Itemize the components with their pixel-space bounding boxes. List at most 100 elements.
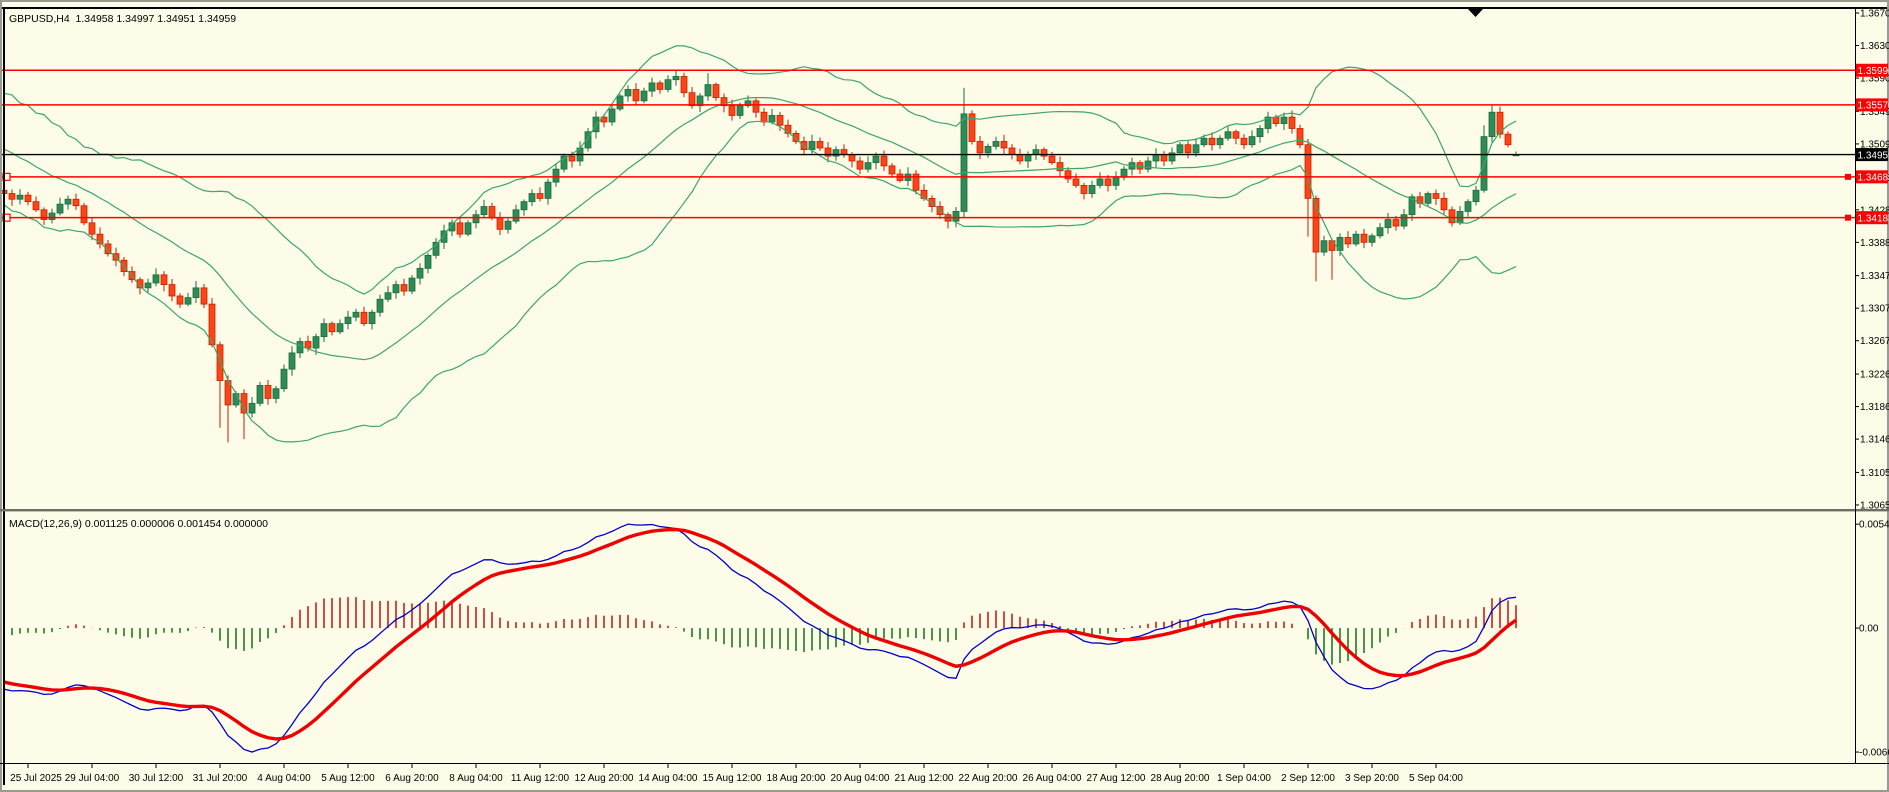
candle-body — [369, 312, 375, 323]
chart-background — [0, 0, 1889, 792]
candle-body — [1033, 150, 1039, 155]
candle-body — [689, 93, 695, 106]
candle-body — [1425, 194, 1431, 204]
level-right-handle[interactable] — [1845, 174, 1851, 180]
candle-body — [265, 385, 271, 398]
chart-title: GBPUSD,H4 1.34958 1.34997 1.34951 1.3495… — [9, 13, 236, 25]
price-tag-label: 1.34183 — [1858, 213, 1889, 224]
candle-body — [81, 206, 87, 223]
candle-body — [609, 109, 615, 122]
level-right-handle[interactable] — [1845, 215, 1851, 221]
candle-body — [401, 285, 407, 292]
candle-body — [977, 141, 983, 152]
pane-separator[interactable] — [0, 509, 1889, 511]
candle-body — [345, 317, 351, 324]
time-tick-label: 29 Jul 04:00 — [65, 773, 120, 784]
candle-body — [249, 403, 255, 413]
macd-tick-label: 0.00 — [1859, 624, 1879, 635]
candle-body — [665, 80, 671, 90]
candle-body — [497, 218, 503, 229]
candle-body — [233, 394, 239, 405]
candle-body — [705, 85, 711, 96]
price-tick-label: 1.30650 — [1860, 500, 1889, 511]
candle-body — [641, 91, 647, 101]
candle-body — [729, 106, 735, 116]
candle-body — [1369, 236, 1375, 243]
candle-body — [1113, 177, 1119, 185]
candle-body — [1305, 145, 1311, 199]
candle-body — [57, 204, 63, 213]
candle-body — [889, 166, 895, 174]
candle-body — [625, 89, 631, 96]
candle-body — [809, 141, 815, 149]
candle-body — [153, 275, 159, 283]
candle-body — [1345, 237, 1351, 244]
candle-body — [385, 293, 391, 300]
candle-body — [777, 115, 783, 125]
candle-body — [953, 211, 959, 221]
candle-body — [337, 324, 343, 332]
candle-body — [1473, 190, 1479, 201]
candle-body — [25, 195, 31, 202]
time-tick-label: 25 Jul 2025 — [10, 773, 62, 784]
time-tick-label: 4 Aug 04:00 — [257, 773, 311, 784]
candle-body — [1177, 145, 1183, 153]
time-tick-label: 5 Aug 12:00 — [321, 773, 375, 784]
candle-body — [761, 112, 767, 122]
candle-body — [1361, 234, 1367, 242]
price-tick-label: 1.33880 — [1860, 238, 1889, 249]
candle-body — [753, 101, 759, 112]
candle-body — [289, 353, 295, 369]
candle-body — [1433, 194, 1439, 199]
candle-body — [545, 182, 551, 198]
candle-body — [217, 345, 223, 381]
candle-body — [1001, 141, 1007, 148]
price-tick-label: 1.31460 — [1860, 435, 1889, 446]
candle-body — [1441, 198, 1447, 209]
candle-body — [73, 199, 79, 206]
time-tick-label: 27 Aug 12:00 — [1087, 773, 1146, 784]
candle-body — [201, 288, 207, 304]
chart-canvas[interactable]: 1.367001.363001.359001.354901.350901.346… — [0, 0, 1889, 792]
candle-body — [1153, 154, 1159, 161]
candle-body — [473, 215, 479, 223]
time-tick-label: 1 Sep 04:00 — [1217, 773, 1271, 784]
candle-body — [553, 169, 559, 182]
candle-body — [1097, 179, 1103, 186]
candle-body — [377, 299, 383, 312]
candle-body — [681, 76, 687, 92]
candle-body — [481, 207, 487, 215]
candle-body — [185, 298, 191, 305]
price-tick-label: 1.36300 — [1860, 41, 1889, 52]
candle-body — [273, 389, 279, 399]
candle-body — [1009, 148, 1015, 155]
candle-body — [1353, 234, 1359, 244]
candle-body — [1257, 128, 1263, 136]
candle-body — [1241, 138, 1247, 145]
candle-body — [961, 114, 967, 212]
candle-body — [1209, 138, 1215, 145]
candle-body — [9, 194, 15, 200]
candle-body — [857, 161, 863, 169]
price-tick-label: 1.31050 — [1860, 468, 1889, 479]
candle-body — [465, 223, 471, 234]
time-tick-label: 5 Sep 04:00 — [1409, 773, 1463, 784]
candle-body — [321, 324, 327, 337]
macd-tick-label: 0.005416 — [1859, 520, 1889, 531]
candle-body — [1081, 185, 1087, 193]
candle-body — [1289, 117, 1295, 128]
candle-body — [457, 223, 463, 234]
time-tick-label: 11 Aug 12:00 — [511, 773, 570, 784]
candle-body — [257, 385, 263, 403]
candle-body — [841, 150, 847, 155]
candle-body — [1233, 132, 1239, 139]
chart-window: GBPUSD,H4 1.34958 1.34997 1.34951 1.3495… — [0, 0, 1889, 792]
candle-body — [1393, 220, 1399, 227]
candle-body — [673, 76, 679, 79]
candle-body — [1121, 169, 1127, 177]
candle-body — [1321, 241, 1327, 252]
candle-body — [297, 342, 303, 353]
candle-body — [801, 141, 807, 149]
time-tick-label: 3 Sep 20:00 — [1345, 773, 1399, 784]
candle-body — [657, 83, 663, 90]
